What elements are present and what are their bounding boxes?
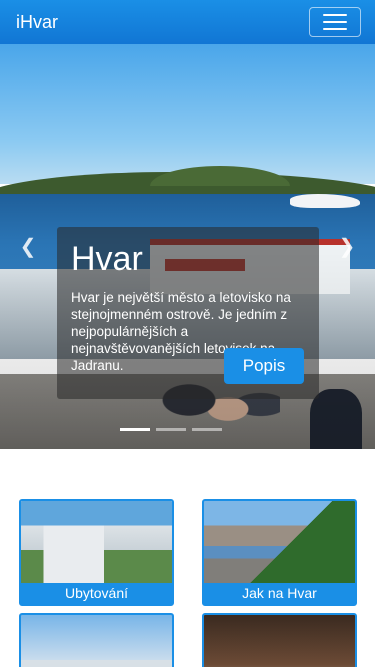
carousel-indicator[interactable] — [120, 428, 150, 431]
hero-carousel: ❮ ❯ Hvar Hvar je největší město a letovi… — [0, 44, 375, 449]
tile-jak-na-hvar[interactable]: Jak na Hvar — [202, 499, 357, 606]
menu-toggle-button[interactable] — [309, 7, 361, 37]
carousel-indicator[interactable] — [156, 428, 186, 431]
chevron-right-icon: ❯ — [338, 235, 356, 258]
carousel-indicator[interactable] — [192, 428, 222, 431]
carousel-prev-button[interactable]: ❮ — [18, 234, 38, 258]
tile-restaurace[interactable] — [202, 613, 357, 667]
tile-ubytovani[interactable]: Ubytování — [19, 499, 174, 606]
coast-road-photo — [204, 501, 355, 583]
caption-title: Hvar — [71, 240, 143, 278]
hotel-photo — [21, 501, 172, 583]
tile-label: Ubytování — [64, 584, 129, 601]
tile-doprava[interactable] — [19, 613, 174, 667]
top-navbar: iHvar — [0, 0, 375, 44]
popis-button[interactable]: Popis — [224, 348, 304, 384]
tile-label: Jak na Hvar — [242, 584, 317, 601]
brand-title[interactable]: iHvar — [16, 12, 58, 33]
ferry-photo — [21, 615, 172, 667]
carousel-next-button[interactable]: ❯ — [337, 234, 357, 258]
chevron-left-icon: ❮ — [19, 235, 37, 258]
hamburger-menu-icon — [323, 28, 347, 30]
hamburger-menu-icon — [323, 21, 347, 23]
carousel-caption: Hvar Hvar je největší město a letovisko … — [57, 227, 319, 399]
carousel-indicators — [120, 428, 222, 431]
restaurant-photo — [204, 615, 355, 667]
hamburger-menu-icon — [323, 14, 347, 16]
category-tiles: Ubytování Jak na Hvar — [0, 449, 375, 667]
